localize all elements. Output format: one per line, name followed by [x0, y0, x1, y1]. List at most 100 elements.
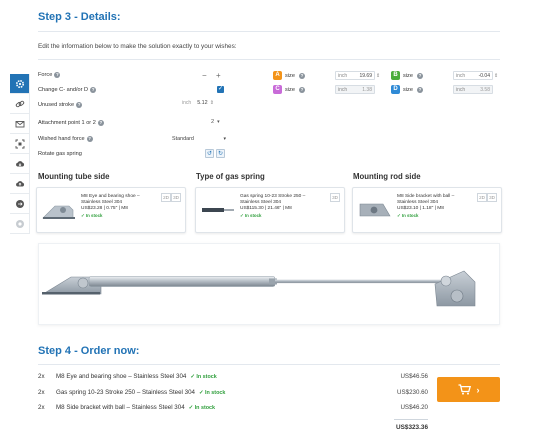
step3-number: Step 3: [38, 11, 72, 23]
attachment-select[interactable]: 2 ▾: [211, 119, 220, 125]
step4-heading: Order now:: [80, 345, 140, 357]
cloud-download-icon: [15, 160, 24, 166]
gas-spring-card[interactable]: Gas spring 10-23 Stroke 250 – Stainless …: [195, 187, 345, 233]
eye-bearing-shoe-image: [42, 205, 75, 219]
part-description: M8 Side bracket with ball – Stainless St…: [397, 194, 475, 219]
mail-tool[interactable]: [10, 114, 30, 134]
cart-icon: [458, 384, 471, 395]
mounting-tube-card[interactable]: M8 Eye and bearing shoe – Stainless Stee…: [36, 187, 186, 233]
view-3d-button[interactable]: 3D: [330, 193, 340, 202]
add-to-cart-button[interactable]: ›: [437, 377, 500, 402]
rotate-controls: ↺ ↻: [203, 149, 225, 158]
view-3d-button[interactable]: 3D: [171, 193, 181, 202]
stock-badge: ✓ In stock: [397, 212, 419, 218]
unused-stroke-label: Unused stroke: [38, 102, 75, 108]
size-d-input: inch 3.58: [453, 85, 493, 94]
view-buttons: 2D 3D: [477, 193, 497, 202]
stock-badge: ✓ In stock: [198, 389, 226, 396]
size-d-field: inch 3.58: [453, 85, 493, 94]
force-plus-button[interactable]: +: [216, 71, 221, 80]
chevron-right-icon: ›: [476, 384, 480, 395]
mounting-rod-title: Mounting rod side: [353, 172, 421, 181]
intro-text: Edit the information below to make the s…: [38, 43, 237, 50]
help-icon[interactable]: ?: [97, 120, 104, 126]
help-icon[interactable]: ?: [416, 72, 423, 79]
hand-force-label: Wished hand force: [38, 136, 85, 142]
view-2d-button[interactable]: 2D: [161, 193, 171, 202]
size-c-input: inch 1.38: [335, 85, 375, 94]
help-icon[interactable]: ?: [54, 72, 61, 78]
total-divider: [394, 419, 428, 420]
settings-tool[interactable]: [10, 74, 30, 94]
download-tool[interactable]: [10, 154, 30, 174]
order-qty: 2x: [38, 373, 45, 380]
size-d-label: size: [403, 86, 413, 93]
help-icon[interactable]: ?: [416, 86, 423, 93]
size-c-label: size: [285, 86, 295, 93]
step4-separator: -: [71, 345, 81, 357]
rotate-right-button[interactable]: ↻: [216, 149, 225, 158]
assembly-drawing: [41, 270, 476, 307]
hand-force-dropdown[interactable]: Standard ▾: [170, 134, 228, 143]
rotate-left-button[interactable]: ↺: [205, 149, 214, 158]
reset-tool[interactable]: [10, 194, 30, 214]
force-minus-button[interactable]: −: [202, 71, 207, 80]
divider: [38, 31, 500, 32]
part-description: M8 Eye and bearing shoe – Stainless Stee…: [81, 194, 159, 219]
help-icon[interactable]: ?: [86, 136, 93, 142]
change-checkbox[interactable]: ✓: [217, 86, 224, 93]
attachment-value: 2: [211, 119, 215, 125]
help-icon[interactable]: ?: [298, 86, 305, 93]
view-2d-button[interactable]: 2D: [477, 193, 487, 202]
stock-badge: ✓ In stock: [240, 212, 262, 218]
scan-tool[interactable]: [10, 134, 30, 154]
stock-badge: ✓ In stock: [188, 404, 216, 411]
unit-label: inch: [456, 72, 466, 79]
chevron-down-icon: ▾: [223, 135, 226, 142]
hand-force-select[interactable]: Standard ▾: [170, 134, 228, 143]
side-bracket-image: [359, 203, 391, 217]
size-a-row: A size?: [273, 71, 305, 80]
stepper-icon[interactable]: ⇕: [210, 100, 214, 106]
step3-title: Step 3 - Details:: [38, 11, 121, 23]
help-icon[interactable]: ?: [298, 72, 305, 79]
upload-tool[interactable]: [10, 174, 30, 194]
divider: [38, 364, 500, 365]
order-price: US$46.56: [400, 373, 428, 380]
order-qty: 2x: [38, 404, 45, 411]
part-name: M8 Eye and bearing shoe – Stainless Stee…: [81, 194, 140, 206]
help-icon[interactable]: ?: [76, 102, 83, 108]
size-a-value: 19.69: [359, 72, 372, 79]
scan-icon: [15, 139, 24, 148]
size-d-value: 3.58: [480, 86, 490, 93]
gas-spring-title: Type of gas spring: [196, 172, 265, 181]
stepper-icon[interactable]: ⇕: [494, 73, 498, 79]
size-a-field[interactable]: inch 19.69 ⇕: [335, 71, 380, 80]
size-b-field[interactable]: inch -0.04 ⇕: [453, 71, 498, 80]
chevron-down-icon: ▾: [217, 119, 220, 125]
unused-stroke-value: 5.12: [197, 100, 208, 106]
mounting-rod-card[interactable]: M8 Side bracket with ball – Stainless St…: [352, 187, 502, 233]
size-c-row: C size?: [273, 85, 305, 94]
size-c-badge: C: [273, 85, 282, 94]
help-icon[interactable]: ?: [90, 87, 97, 93]
cloud-upload-icon: [15, 180, 24, 186]
size-a-input[interactable]: inch 19.69: [335, 71, 375, 80]
view-buttons: 2D 3D: [161, 193, 181, 202]
circle-arrow-icon: [15, 199, 24, 208]
step3-separator: -: [71, 11, 81, 23]
rotate-row: Rotate gas spring: [38, 151, 82, 157]
link-tool[interactable]: [10, 94, 30, 114]
divider: [38, 59, 500, 60]
size-b-input[interactable]: inch -0.04: [453, 71, 493, 80]
mail-icon: [15, 120, 24, 127]
stepper-icon[interactable]: ⇕: [376, 73, 380, 79]
view-3d-button[interactable]: 3D: [487, 193, 497, 202]
extra-tool[interactable]: [10, 214, 30, 234]
order-price: US$46.20: [400, 404, 428, 411]
unused-stroke-field[interactable]: inch 5.12 ⇕: [182, 100, 214, 106]
order-row: 2x M8 Eye and bearing shoe – Stainless S…: [38, 373, 428, 380]
order-total: US$323.36: [396, 424, 428, 431]
circle-icon: [15, 219, 24, 228]
step4-title: Step 4 - Order now:: [38, 345, 139, 357]
